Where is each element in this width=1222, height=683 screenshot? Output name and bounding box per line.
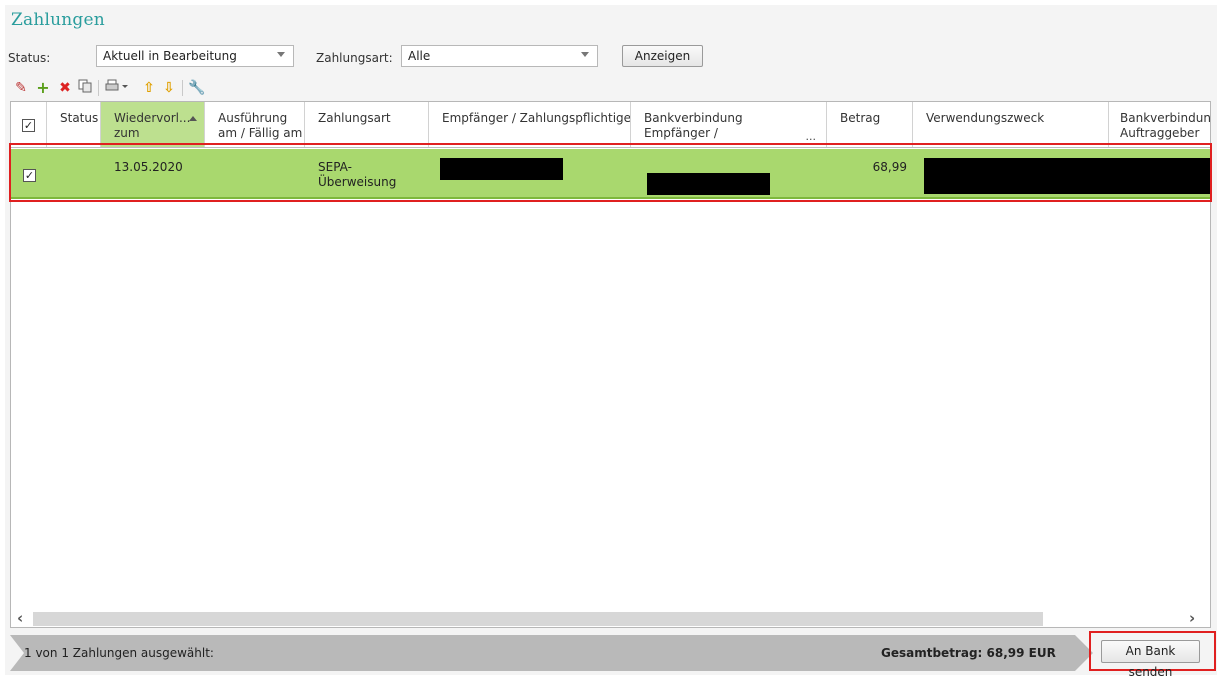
status-filter-select[interactable]: Aktuell in Bearbeitung — [96, 45, 294, 67]
scroll-right-icon[interactable]: › — [1189, 609, 1195, 627]
column-header-empfaenger[interactable]: Empfänger / Zahlungspflichtiger — [429, 102, 631, 147]
table-header: ✓ Status Wiedervorl... zum Ausführung am… — [11, 102, 1210, 148]
page-title: Zahlungen — [11, 10, 105, 30]
status-bar: 1 von 1 Zahlungen ausgewählt: Gesamtbetr… — [10, 635, 1093, 671]
column-header-wiedervorlage[interactable]: Wiedervorl... zum — [101, 102, 205, 147]
status-filter-label: Status: — [8, 51, 51, 65]
arrow-down-icon[interactable]: ⇩ — [160, 79, 178, 97]
sort-ascending-icon — [189, 116, 197, 121]
column-header-verwendungszweck[interactable]: Verwendungszweck — [913, 102, 1109, 147]
show-button[interactable]: Anzeigen — [622, 45, 703, 67]
wrench-icon[interactable]: 🔧 — [188, 79, 206, 97]
x-icon[interactable]: ✖ — [56, 79, 74, 97]
column-header-bankverbindung-auftraggeber[interactable]: Bankverbindung Auftraggeber — [1109, 102, 1210, 147]
column-header-betrag[interactable]: Betrag — [827, 102, 913, 147]
scrollbar-thumb[interactable] — [33, 612, 1043, 626]
zahlungsart-filter-label: Zahlungsart: — [316, 51, 393, 65]
column-header-zahlungsart[interactable]: Zahlungsart — [305, 102, 429, 147]
plus-icon[interactable]: + — [34, 79, 52, 97]
zahlungsart-filter-select[interactable]: Alle — [401, 45, 598, 67]
status-filter-value: Aktuell in Bearbeitung — [103, 49, 237, 63]
zahlungsart-filter-value: Alle — [408, 49, 431, 63]
chevron-down-icon — [277, 52, 285, 57]
arrow-up-icon[interactable]: ⇧ — [140, 79, 158, 97]
scroll-left-icon[interactable]: ‹ — [17, 609, 23, 627]
selected-row-highlight — [9, 143, 1212, 202]
column-header-bankverbindung-empfaenger[interactable]: Bankverbindung Empfänger / ... — [631, 102, 827, 147]
send-to-bank-button[interactable]: An Bank senden — [1101, 640, 1200, 679]
print-icon[interactable] — [104, 79, 132, 97]
column-header-ausfuehrung[interactable]: Ausführung am / Fällig am — [205, 102, 305, 147]
select-all-header[interactable]: ✓ — [11, 102, 47, 147]
selection-count-text: 1 von 1 Zahlungen ausgewählt: — [24, 646, 214, 660]
chevron-down-icon — [581, 52, 589, 57]
horizontal-scrollbar[interactable]: ‹ › — [11, 609, 1210, 627]
pencil-icon[interactable]: ✎ — [12, 79, 30, 97]
copy-icon[interactable] — [76, 79, 94, 97]
column-header-status[interactable]: Status — [47, 102, 101, 147]
select-all-checkbox[interactable]: ✓ — [22, 119, 35, 132]
total-amount-text: Gesamtbetrag: 68,99 EUR — [881, 646, 1056, 660]
